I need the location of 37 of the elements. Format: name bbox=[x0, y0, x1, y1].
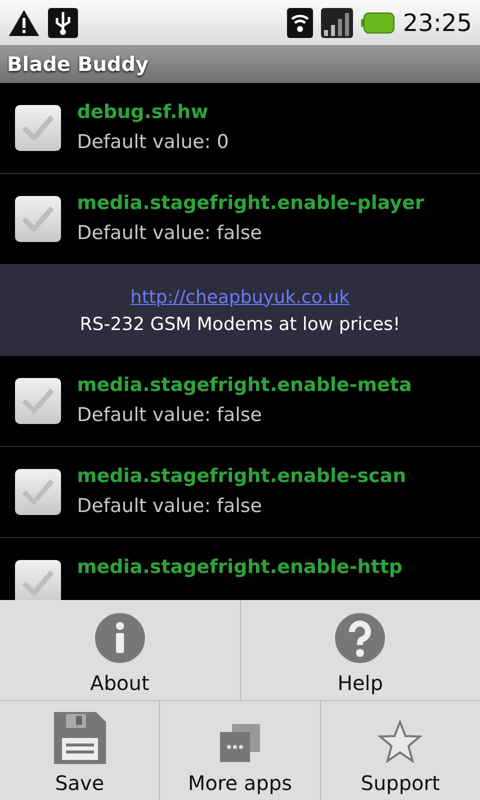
setting-summary: Default value: false bbox=[77, 403, 263, 428]
setting-summary: Default value: false bbox=[77, 494, 263, 519]
menu-button[interactable]: Save bbox=[0, 701, 160, 800]
info-icon bbox=[94, 612, 146, 664]
menu-button[interactable]: Support bbox=[320, 701, 480, 800]
checkmark-icon bbox=[20, 568, 56, 598]
clock-text: 23:25 bbox=[402, 8, 472, 38]
usb-icon bbox=[48, 8, 78, 38]
checkmark-icon bbox=[20, 113, 56, 143]
warning-icon bbox=[8, 8, 40, 36]
checkbox[interactable] bbox=[15, 196, 61, 242]
checkbox[interactable] bbox=[15, 378, 61, 424]
setting-name: debug.sf.hw bbox=[77, 101, 210, 124]
menu-button[interactable]: About bbox=[0, 600, 240, 700]
setting-summary: Default value: false bbox=[77, 221, 263, 246]
ad-link[interactable]: http://cheapbuyuk.co.uk bbox=[130, 284, 350, 310]
checkmark-icon bbox=[20, 386, 56, 416]
menu-button[interactable]: More apps bbox=[160, 701, 321, 800]
setting-summary: Default value: 0 bbox=[77, 130, 229, 155]
checkmark-icon bbox=[20, 477, 56, 507]
ad-banner[interactable]: http://cheapbuyuk.co.uk RS-232 GSM Modems at low prices! bbox=[0, 265, 480, 356]
checkbox[interactable] bbox=[15, 105, 61, 151]
ad-text: RS-232 GSM Modems at low prices! bbox=[80, 312, 400, 336]
wifi-icon bbox=[286, 8, 313, 38]
menu-button[interactable]: Help bbox=[240, 600, 480, 700]
setting-name: media.stagefright.enable-player bbox=[77, 192, 424, 216]
setting-name: media.stagefright.enable-scan bbox=[77, 465, 406, 488]
help-icon bbox=[334, 612, 386, 664]
battery-icon bbox=[360, 12, 395, 34]
setting-name: media.stagefright.enable-meta bbox=[77, 374, 412, 398]
app-title: Blade Buddy bbox=[7, 51, 149, 78]
checkbox[interactable] bbox=[15, 469, 61, 515]
windows-icon bbox=[220, 724, 260, 764]
setting-name: media.stagefright.enable-http bbox=[77, 556, 403, 579]
star-icon bbox=[378, 720, 422, 764]
signal-icon bbox=[320, 8, 353, 38]
checkmark-icon bbox=[20, 204, 56, 234]
